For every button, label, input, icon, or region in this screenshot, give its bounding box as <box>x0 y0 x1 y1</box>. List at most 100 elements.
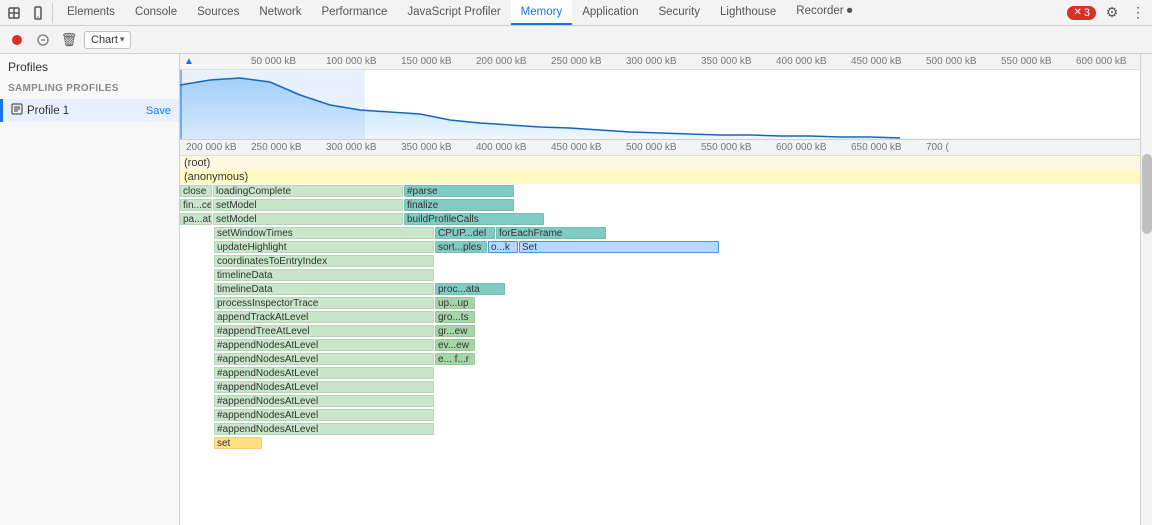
flame-row-4: updateHighlight sort...ples o...k Set <box>180 240 1140 254</box>
flame-row-anonymous: (anonymous) <box>180 170 1140 184</box>
flame-row-9: appendTrackAtLevel gro...ts <box>180 310 1140 324</box>
bottom-tick-1: 300 000 kB <box>322 142 397 153</box>
flame-block-appendnodes1[interactable]: #appendNodesAtLevel <box>214 339 434 351</box>
flame-block-finalize[interactable]: finalize <box>404 199 514 211</box>
flame-block-appendnodes4[interactable]: #appendNodesAtLevel <box>214 381 434 393</box>
flame-block-upup[interactable]: up...up <box>435 297 475 309</box>
flame-block-appendtrack[interactable]: appendTrackAtLevel <box>214 311 434 323</box>
flame-block-setmodel2[interactable]: setModel <box>213 213 403 225</box>
flame-block-sort[interactable]: sort...ples <box>435 241 487 253</box>
tab-js-profiler[interactable]: JavaScript Profiler <box>397 0 510 25</box>
flame-block-grew[interactable]: gr...ew <box>435 325 475 337</box>
flame-block-paat[interactable]: pa...at <box>180 213 212 225</box>
flame-row-10: #appendTreeAtLevel gr...ew <box>180 324 1140 338</box>
bottom-tick-3: 400 000 kB <box>472 142 547 153</box>
scale-tick-0: 50 000 kB <box>247 56 322 67</box>
mobile-icon[interactable] <box>28 3 48 23</box>
flame-row-7: timelineData proc...ata <box>180 282 1140 296</box>
scale-tick-7: 400 000 kB <box>772 56 847 67</box>
flame-row-root: (root) <box>180 156 1140 170</box>
tab-elements[interactable]: Elements <box>57 0 125 25</box>
flame-block-appendnodes7[interactable]: #appendNodesAtLevel <box>214 423 434 435</box>
flame-block-appendnodes3[interactable]: #appendNodesAtLevel <box>214 367 434 379</box>
flame-row-13: #appendNodesAtLevel <box>180 366 1140 380</box>
tab-memory[interactable]: Memory <box>511 0 573 25</box>
error-x: ✕ <box>1073 7 1081 18</box>
flame-chart[interactable]: (root) (anonymous) close loadingComplete… <box>180 156 1140 525</box>
profile-label: Profile 1 <box>27 105 69 117</box>
flame-row-8: processInspectorTrace up...up <box>180 296 1140 310</box>
flame-block-grots[interactable]: gro...ts <box>435 311 475 323</box>
tab-application[interactable]: Application <box>572 0 648 25</box>
scale-tick-1: 100 000 kB <box>322 56 397 67</box>
flame-block-set[interactable]: Set <box>519 241 719 253</box>
flame-block-evew[interactable]: ev...ew <box>435 339 475 351</box>
inspect-icon[interactable] <box>4 3 24 23</box>
tab-lighthouse[interactable]: Lighthouse <box>710 0 786 25</box>
flame-block-appendtree[interactable]: #appendTreeAtLevel <box>214 325 434 337</box>
flame-block-close[interactable]: close <box>180 185 212 197</box>
anonymous-label: (anonymous) <box>180 171 248 183</box>
profile-icon <box>11 103 23 118</box>
bottom-tick-start: 200 000 kB <box>182 142 247 153</box>
scale-tick: ▲ <box>182 56 247 67</box>
flame-row-3: setWindowTimes CPUP...del forEachFrame <box>180 226 1140 240</box>
tab-network[interactable]: Network <box>249 0 311 25</box>
flame-block-update[interactable]: updateHighlight <box>214 241 434 253</box>
stop-button[interactable] <box>32 29 54 51</box>
vertical-scrollbar[interactable] <box>1140 54 1152 525</box>
flame-block-procata[interactable]: proc...ata <box>435 283 505 295</box>
save-link[interactable]: Save <box>146 105 171 117</box>
scale-tick-4: 250 000 kB <box>547 56 622 67</box>
record-button[interactable] <box>6 29 28 51</box>
flame-block-timelinedata1[interactable]: timelineData <box>214 269 434 281</box>
flame-block-appendnodes2[interactable]: #appendNodesAtLevel <box>214 353 434 365</box>
error-badge[interactable]: ✕ 3 <box>1067 6 1096 20</box>
delete-button[interactable]: 🗑 <box>58 29 80 51</box>
scale-tick-11: 600 000 kB <box>1072 56 1140 67</box>
flame-block-efr[interactable]: e... f...r <box>435 353 475 365</box>
flame-block-appendnodes5[interactable]: #appendNodesAtLevel <box>214 395 434 407</box>
flame-block-buildprofile[interactable]: buildProfileCalls <box>404 213 544 225</box>
root-label: (root) <box>180 157 210 169</box>
flame-block-set-small[interactable]: set <box>214 437 262 449</box>
flame-block-ok[interactable]: o...k <box>488 241 518 253</box>
sidebar: Profiles SAMPLING PROFILES Profile 1 Sav… <box>0 54 180 525</box>
settings-icon[interactable]: ⚙ <box>1102 3 1122 23</box>
flame-block-cpup[interactable]: CPUP...del <box>435 227 495 239</box>
flame-row-set: set <box>180 436 1140 450</box>
tab-performance[interactable]: Performance <box>312 0 398 25</box>
flame-block-fince[interactable]: fin...ce <box>180 199 212 211</box>
scale-tick-8: 450 000 kB <box>847 56 922 67</box>
profile-item[interactable]: Profile 1 Save <box>0 99 179 122</box>
flame-block-timelinedata2[interactable]: timelineData <box>214 283 434 295</box>
scale-tick-9: 500 000 kB <box>922 56 997 67</box>
scale-tick-6: 350 000 kB <box>697 56 772 67</box>
scale-bottom: 200 000 kB 250 000 kB 300 000 kB 350 000… <box>180 140 1140 156</box>
overview-chart[interactable] <box>180 70 1140 140</box>
bottom-tick-2: 350 000 kB <box>397 142 472 153</box>
flame-block-processinspector[interactable]: processInspectorTrace <box>214 297 434 309</box>
flame-block-loading[interactable]: loadingComplete <box>213 185 403 197</box>
error-count: 3 <box>1084 7 1090 19</box>
flame-block-foreach[interactable]: forEachFrame <box>496 227 606 239</box>
flame-block-appendnodes6[interactable]: #appendNodesAtLevel <box>214 409 434 421</box>
profiles-title: Profiles <box>0 54 179 80</box>
bottom-tick-7: 600 000 kB <box>772 142 847 153</box>
nav-icon-group <box>4 3 53 23</box>
flame-block-setwindow[interactable]: setWindowTimes <box>214 227 434 239</box>
flame-row-6: timelineData <box>180 268 1140 282</box>
bottom-tick-0: 250 000 kB <box>247 142 322 153</box>
view-select[interactable]: Chart ▾ <box>84 31 131 49</box>
tab-console[interactable]: Console <box>125 0 187 25</box>
tab-sources[interactable]: Sources <box>187 0 249 25</box>
tab-recorder[interactable]: Recorder ⏺ <box>786 0 862 25</box>
scrollbar-thumb[interactable] <box>1142 154 1152 234</box>
flame-block-parse[interactable]: #parse <box>404 185 514 197</box>
flame-block-coords[interactable]: coordinatesToEntryIndex <box>214 255 434 267</box>
tab-security[interactable]: Security <box>648 0 710 25</box>
flame-block-setmodel1[interactable]: setModel <box>213 199 403 211</box>
flame-row-16: #appendNodesAtLevel <box>180 408 1140 422</box>
content-area: ▲ 50 000 kB 100 000 kB 150 000 kB 200 00… <box>180 54 1140 525</box>
more-icon[interactable]: ⋮ <box>1128 3 1148 23</box>
